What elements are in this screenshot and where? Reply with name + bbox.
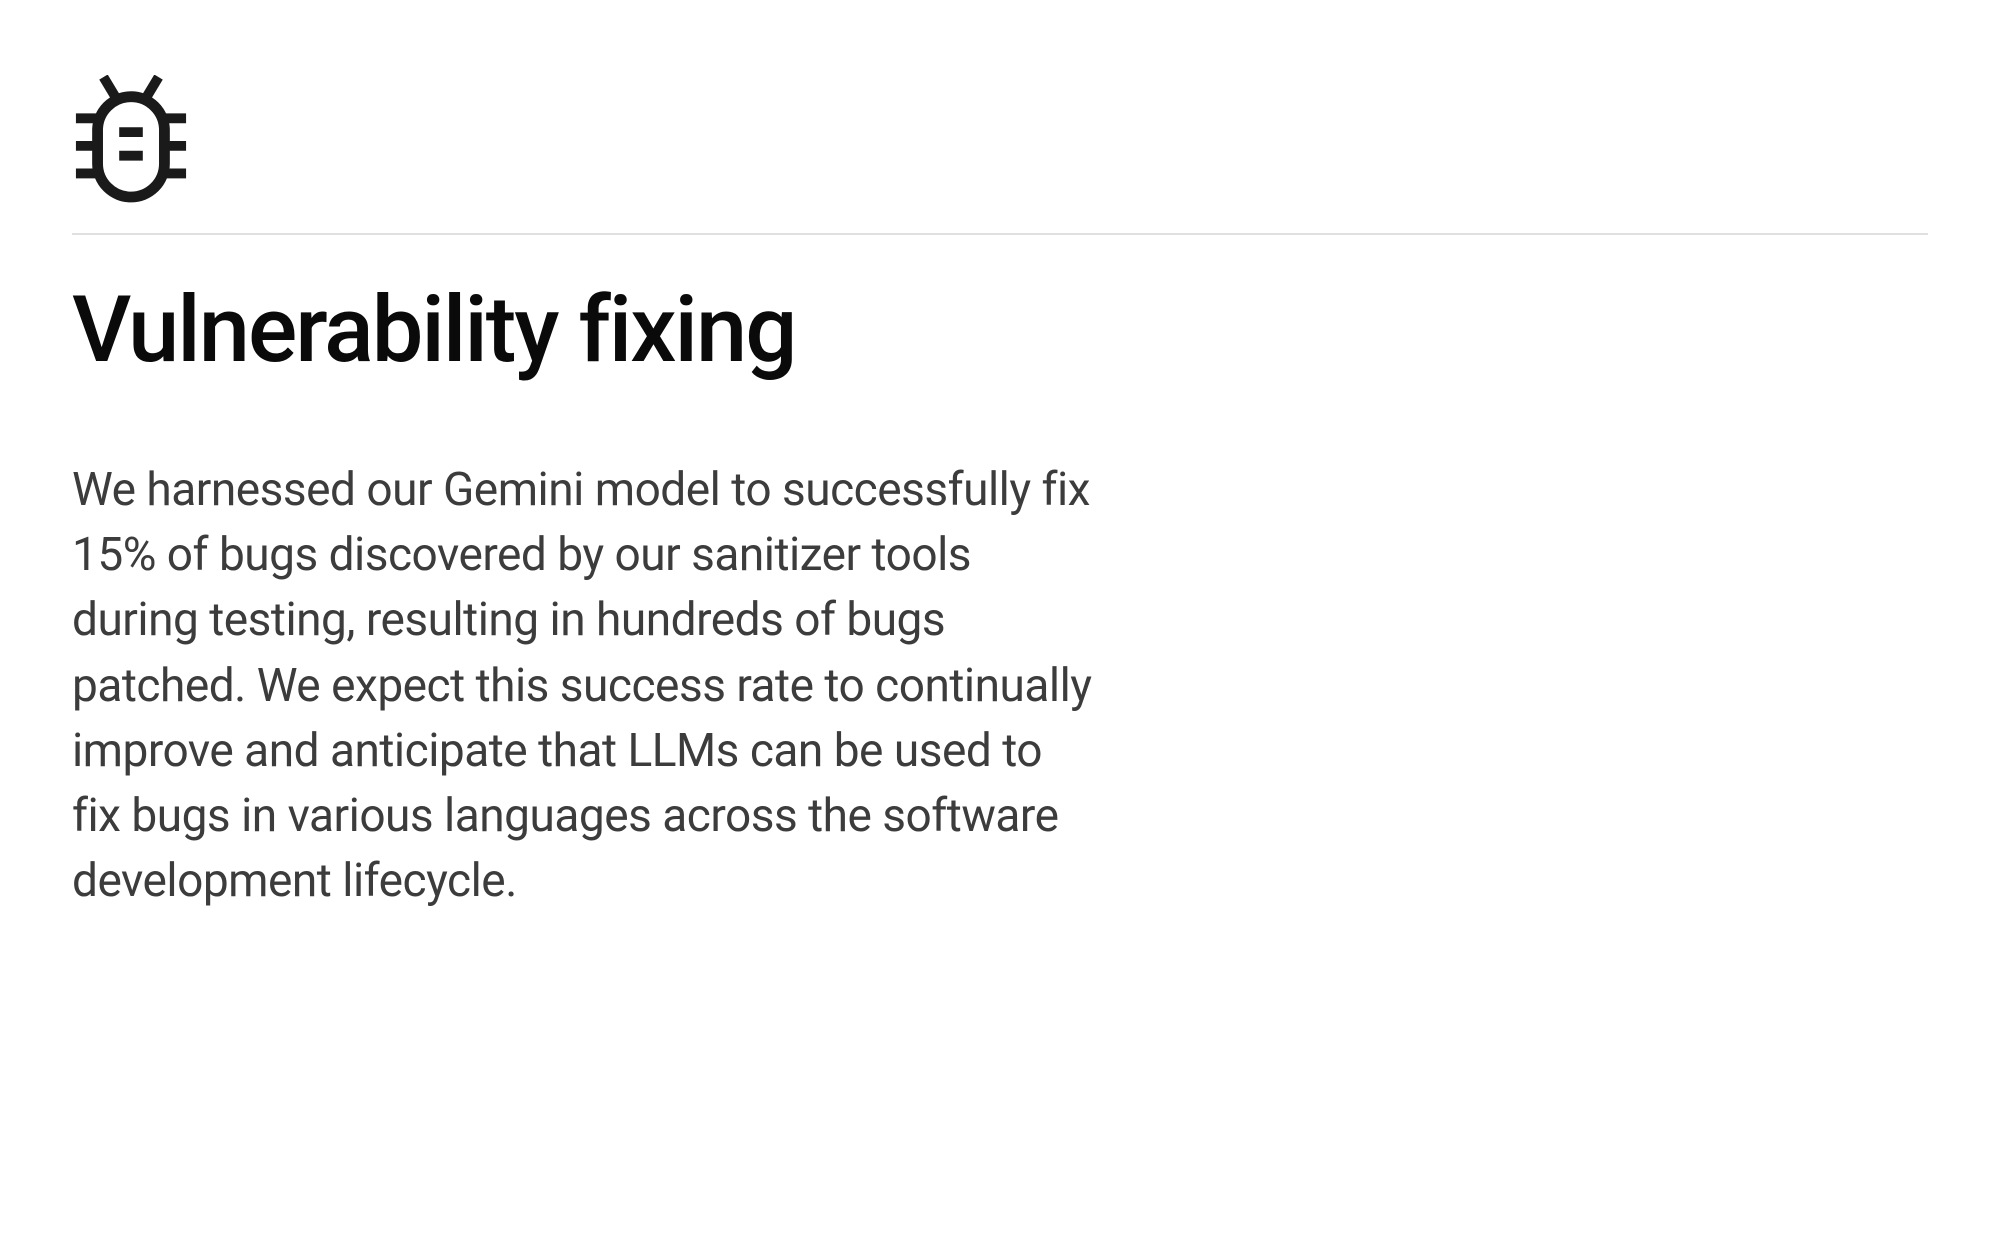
section-heading: Vulnerability fixing xyxy=(72,283,1928,380)
divider xyxy=(72,233,1928,235)
bug-icon xyxy=(72,75,1928,203)
section-body: We harnessed our Gemini model to success… xyxy=(72,458,1092,915)
icon-area xyxy=(72,75,1928,203)
